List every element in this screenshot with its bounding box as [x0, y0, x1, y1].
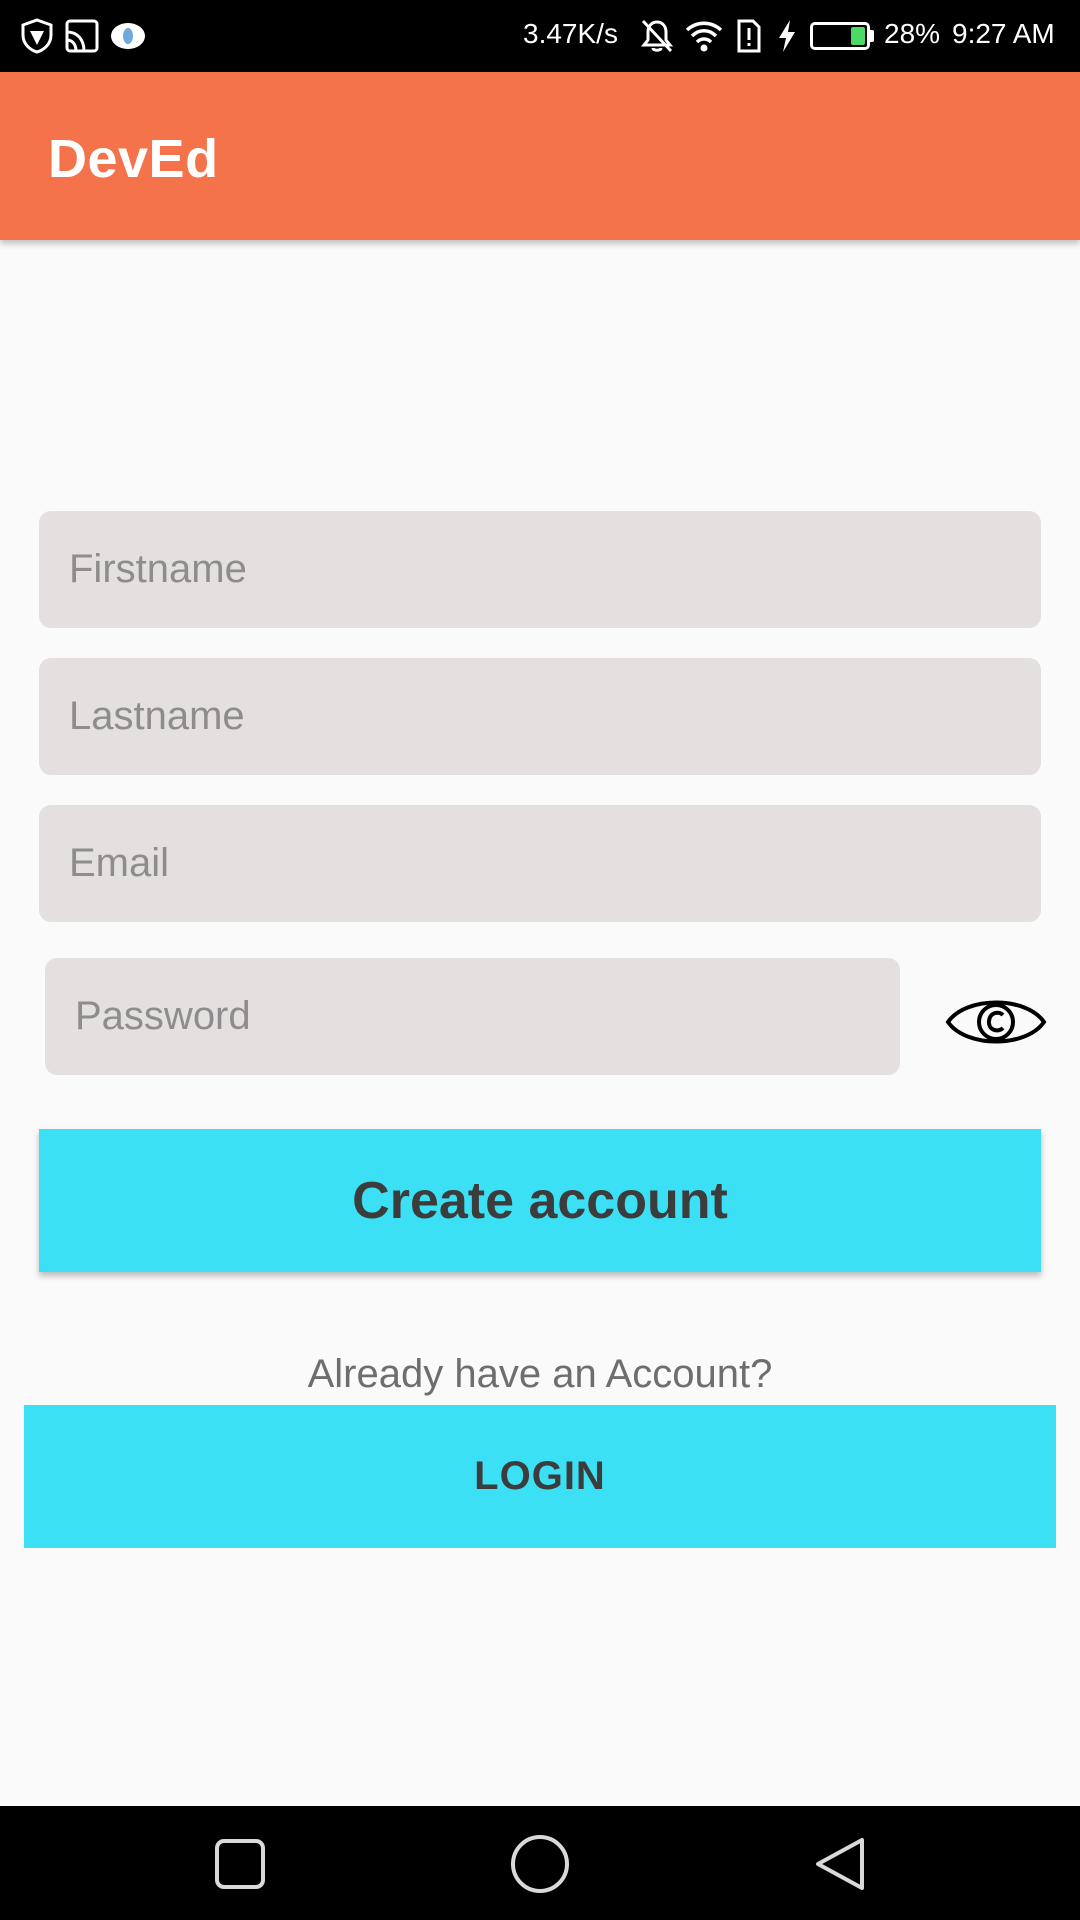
- create-account-button[interactable]: Create account: [39, 1129, 1041, 1272]
- app-bar: DevEd: [0, 72, 1080, 240]
- network-speed: 3.47K/s: [523, 18, 618, 49]
- home-circle-icon[interactable]: [508, 1832, 572, 1896]
- status-bar: 3.47K/s 28% 9:27 AM: [0, 0, 1080, 72]
- login-prompt: Already have an Account?: [307, 1352, 773, 1396]
- navigation-bar: [0, 1806, 1080, 1920]
- recents-square-icon[interactable]: [212, 1836, 268, 1892]
- battery-icon: [810, 22, 870, 50]
- wifi-icon: [685, 21, 723, 52]
- clock: 9:27 AM: [952, 18, 1055, 49]
- cast-icon: [65, 19, 99, 53]
- login-button[interactable]: LOGIN: [24, 1405, 1056, 1548]
- battery-tip: [870, 30, 874, 42]
- password-input[interactable]: [45, 958, 900, 1075]
- app-title: DevEd: [48, 129, 219, 189]
- cloud-icon: [111, 23, 145, 49]
- firstname-input[interactable]: [39, 511, 1041, 628]
- bell-off-icon: [640, 19, 674, 53]
- eye-icon[interactable]: [944, 990, 1048, 1054]
- shield-icon: [21, 18, 53, 54]
- battery-level: [851, 27, 865, 45]
- back-triangle-icon[interactable]: [810, 1834, 870, 1894]
- lastname-input[interactable]: [39, 658, 1041, 775]
- email-input[interactable]: [39, 805, 1041, 922]
- battery-percent: 28%: [884, 18, 941, 49]
- charging-icon: [779, 20, 795, 52]
- sim-alert-icon: [737, 19, 761, 53]
